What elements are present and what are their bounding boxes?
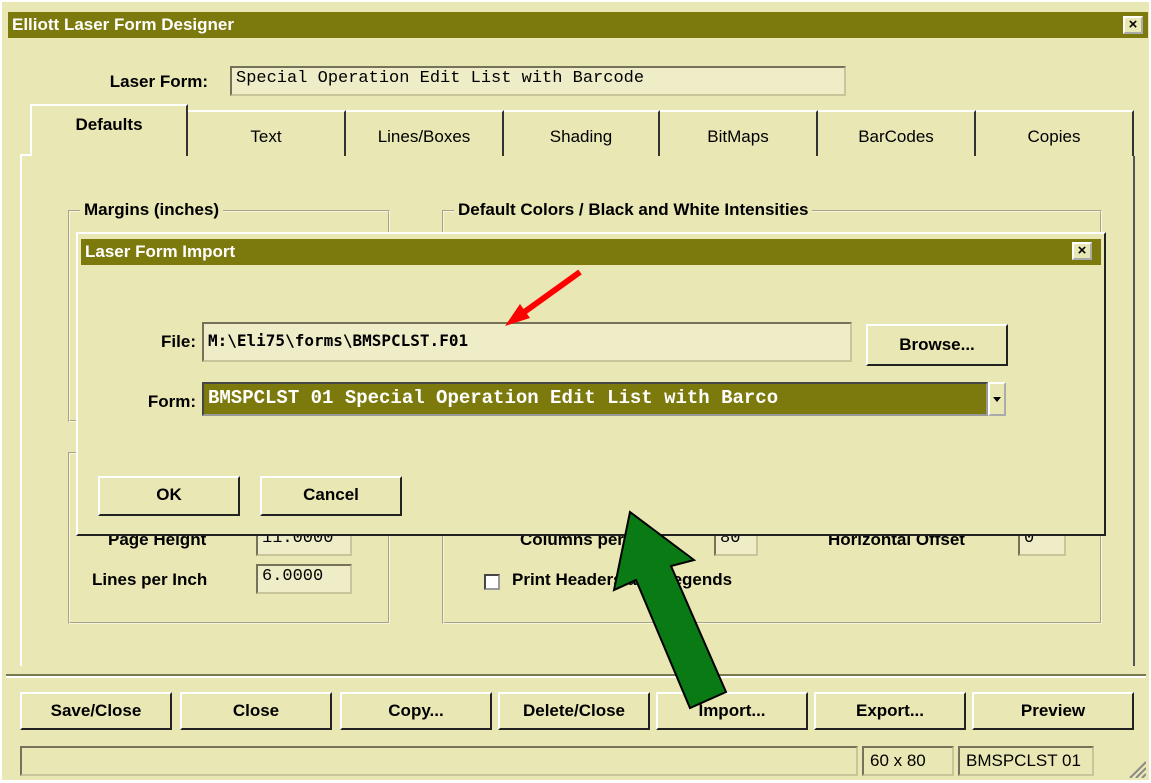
import-button[interactable]: Import... (656, 692, 808, 730)
print-headers-checkbox[interactable] (484, 574, 500, 590)
dialog-close-icon[interactable]: × (1072, 242, 1092, 260)
window-title-bar: Elliott Laser Form Designer (8, 12, 1148, 38)
lines-per-inch-label: Lines per Inch (92, 570, 208, 589)
tab-shading[interactable]: Shading (504, 110, 660, 156)
delete-close-button[interactable]: Delete/Close (498, 692, 650, 730)
form-label: Form: (147, 392, 196, 411)
close-button[interactable]: Close (180, 692, 332, 730)
file-label: File: (161, 332, 196, 351)
close-icon[interactable]: × (1123, 16, 1143, 34)
laser-form-label: Laser Form: (109, 72, 208, 91)
margins-group-label: Margins (inches) (80, 200, 224, 220)
export-button[interactable]: Export... (814, 692, 966, 730)
file-field[interactable]: M:\Eli75\forms\BMSPCLST.F01 (202, 322, 852, 362)
status-message (20, 746, 858, 776)
save-close-button[interactable]: Save/Close (20, 692, 172, 730)
tab-lines-boxes[interactable]: Lines/Boxes (346, 110, 504, 156)
ok-button[interactable]: OK (98, 476, 240, 516)
tab-defaults[interactable]: Defaults (30, 104, 188, 156)
browse-button[interactable]: Browse... (866, 324, 1008, 366)
dialog-title: Laser Form Import (85, 242, 236, 261)
lines-per-inch-field[interactable]: 6.0000 (256, 564, 352, 594)
tab-bitmaps[interactable]: BitMaps (660, 110, 818, 156)
resize-grip-icon[interactable] (1126, 758, 1147, 779)
status-dimensions: 60 x 80 (862, 746, 954, 776)
cancel-button[interactable]: Cancel (260, 476, 402, 516)
import-dialog: Laser Form Import × File: M:\Eli75\forms… (76, 232, 1106, 536)
chevron-down-icon[interactable] (988, 382, 1006, 416)
tab-text[interactable]: Text (188, 110, 346, 156)
divider-highlight (6, 676, 1146, 678)
status-form-code: BMSPCLST 01 (958, 746, 1094, 776)
preview-button[interactable]: Preview (972, 692, 1134, 730)
print-headers-label: Print Headers and Legends (512, 570, 733, 589)
dialog-title-bar: Laser Form Import (81, 239, 1101, 265)
form-select[interactable]: BMSPCLST 01 Special Operation Edit List … (202, 382, 988, 416)
colors-group-label: Default Colors / Black and White Intensi… (454, 200, 813, 220)
window-title: Elliott Laser Form Designer (12, 15, 234, 34)
tab-copies[interactable]: Copies (976, 110, 1134, 156)
laser-form-field[interactable]: Special Operation Edit List with Barcode (230, 66, 846, 96)
copy-button[interactable]: Copy... (340, 692, 492, 730)
tab-barcodes[interactable]: BarCodes (818, 110, 976, 156)
